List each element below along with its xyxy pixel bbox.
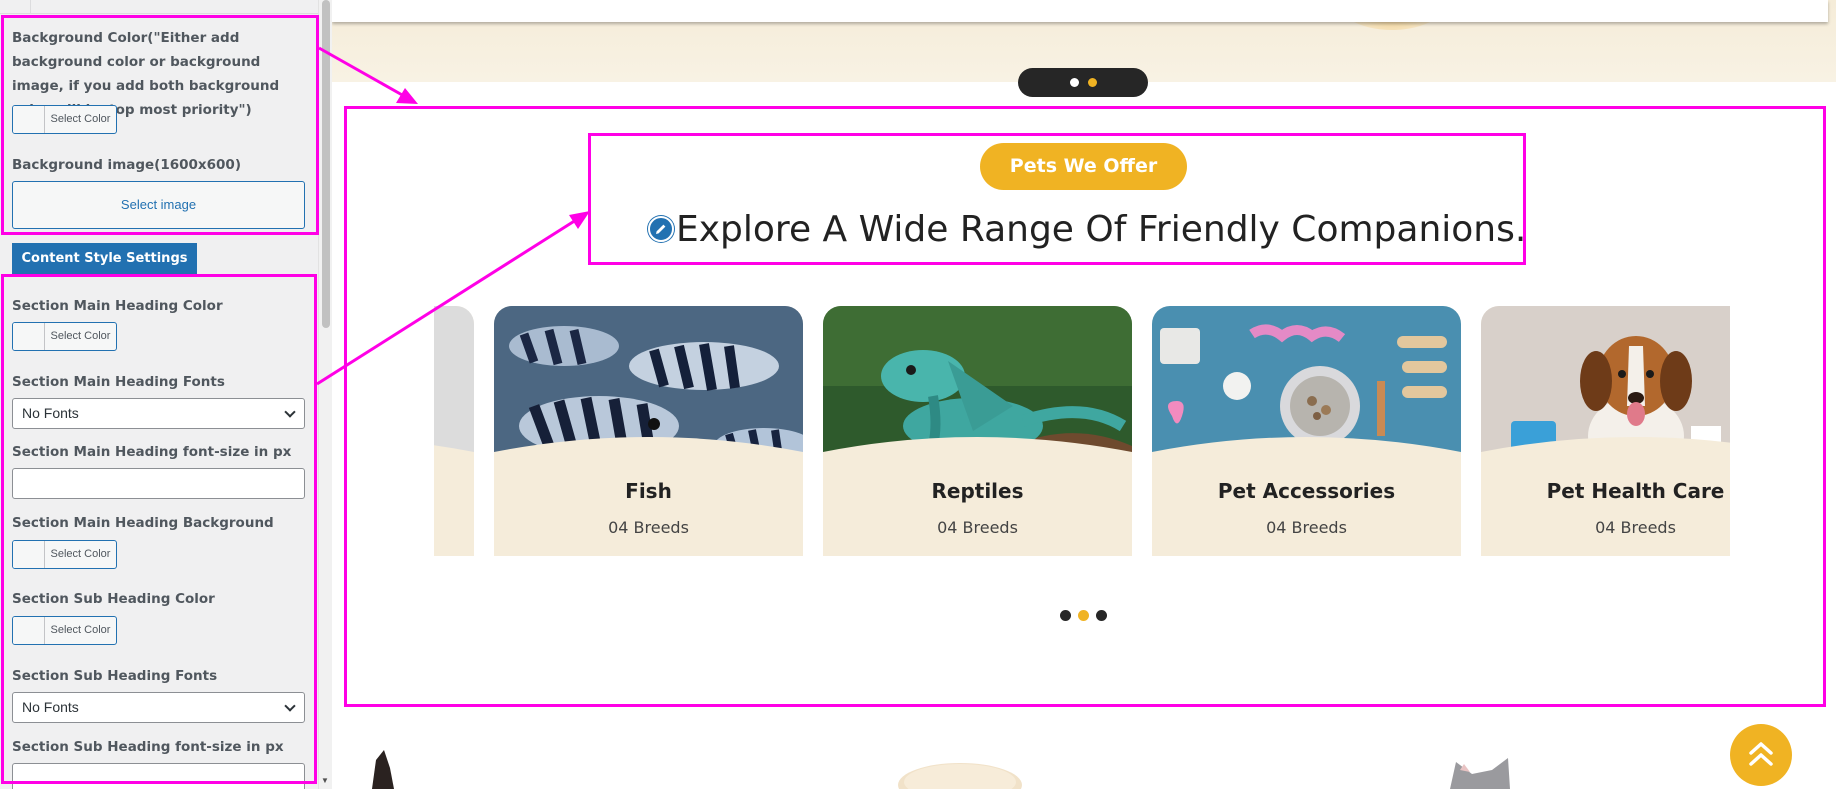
annotation-arrows — [316, 46, 590, 386]
